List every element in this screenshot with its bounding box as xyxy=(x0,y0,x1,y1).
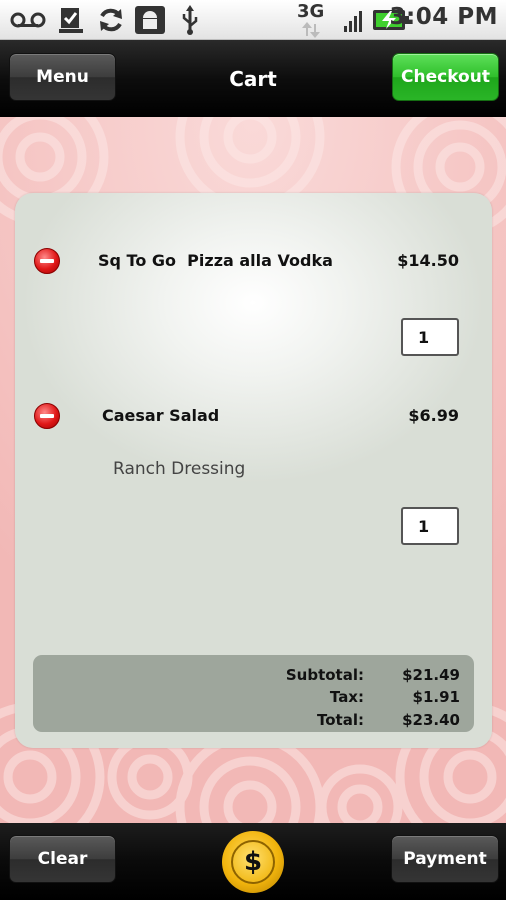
total-value: $23.40 xyxy=(402,711,460,729)
clear-button[interactable]: Clear xyxy=(9,835,116,883)
subtotal-label: Subtotal: xyxy=(285,666,364,684)
android-icon xyxy=(134,6,166,34)
quantity-input[interactable]: 1 xyxy=(401,507,459,545)
remove-item-icon[interactable] xyxy=(34,403,60,429)
item-name: Caesar Salad xyxy=(102,406,220,425)
remove-item-icon[interactable] xyxy=(34,248,60,274)
dollar-symbol: $ xyxy=(231,840,275,884)
subtotal-value: $21.49 xyxy=(402,666,460,684)
task-icon xyxy=(58,6,84,34)
tax-label: Tax: xyxy=(329,688,364,706)
bottom-bar: Clear $ Payment xyxy=(0,823,506,900)
item-price: $14.50 xyxy=(397,251,459,270)
tax-value: $1.91 xyxy=(412,688,460,706)
content-area: Sq To Go Pizza alla Vodka $14.50 1 Caesa… xyxy=(0,117,506,823)
signal-icon xyxy=(344,6,366,34)
payment-button[interactable]: Payment xyxy=(391,835,499,883)
status-bar: 3G 3:04 PM xyxy=(0,0,506,40)
cart-panel: Sq To Go Pizza alla Vodka $14.50 1 Caesa… xyxy=(15,193,492,748)
payment-coin-icon[interactable]: $ xyxy=(222,831,284,893)
item-modifier: Ranch Dressing xyxy=(113,459,246,479)
item-price: $6.99 xyxy=(408,406,459,425)
usb-icon xyxy=(178,5,202,35)
totals-box: Subtotal: $21.49 Tax: $1.91 Total: $23.4… xyxy=(33,655,474,732)
voicemail-icon xyxy=(10,6,46,34)
checkout-button[interactable]: Checkout xyxy=(392,53,499,101)
total-label: Total: xyxy=(317,711,364,729)
sync-icon xyxy=(96,6,126,34)
network-type: 3G xyxy=(297,1,325,22)
item-name: Sq To Go Pizza alla Vodka xyxy=(98,251,333,270)
quantity-input[interactable]: 1 xyxy=(401,318,459,356)
clock: 3:04 PM xyxy=(389,4,498,30)
data-activity-icon xyxy=(301,22,321,38)
title-bar: Menu Cart Checkout xyxy=(0,40,506,117)
